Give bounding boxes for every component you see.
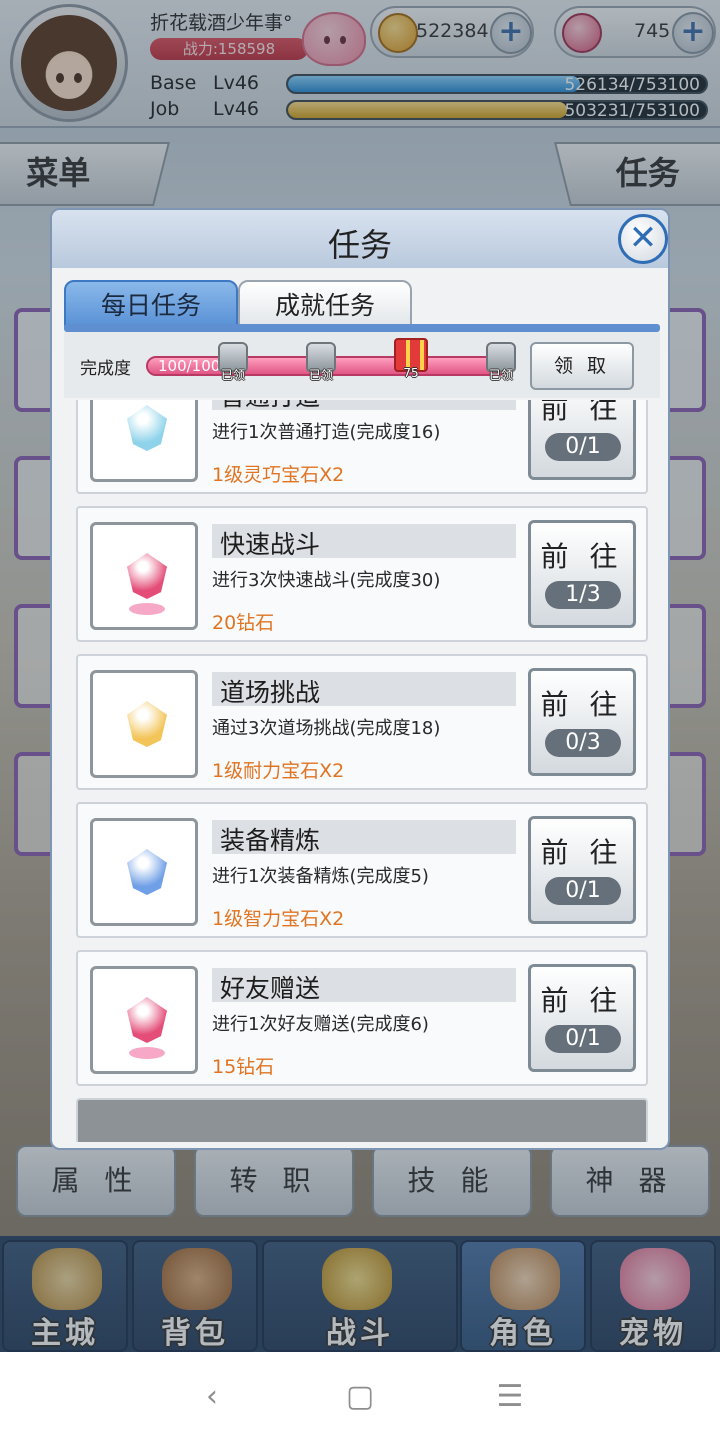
milestone-reward[interactable]: 已领 [482, 342, 520, 384]
task-count: 0/1 [545, 433, 621, 461]
blue-gem-icon [127, 405, 167, 451]
task-card: 道场挑战 通过3次道场挑战(完成度18) 1级耐力宝石X2 前 往 0/3 [76, 654, 648, 790]
diamond-icon [127, 997, 167, 1043]
reward-icon-box [90, 818, 198, 926]
go-button[interactable]: 前 往 0/1 [528, 400, 636, 480]
back-button[interactable]: ‹ [192, 1378, 232, 1418]
go-button[interactable]: 前 往 1/3 [528, 520, 636, 628]
go-label: 前 往 [540, 540, 624, 573]
tab-daily-quests[interactable]: 每日任务 [64, 280, 238, 328]
go-label: 前 往 [540, 836, 624, 869]
close-button[interactable]: ✕ [618, 214, 668, 264]
quest-dialog: 任务 ✕ 每日任务 成就任务 完成度 100/100 已领 已领 75 已领 领… [50, 208, 670, 1150]
task-card: 装备精炼 进行1次装备精炼(完成度5) 1级智力宝石X2 前 往 0/1 [76, 802, 648, 938]
blue-gem-icon [127, 849, 167, 895]
tab-underline [64, 324, 660, 332]
task-list[interactable]: 普通打造 进行1次普通打造(完成度16) 1级灵巧宝石X2 前 往 0/1 快速… [76, 400, 648, 1142]
task-title: 装备精炼 [220, 826, 321, 855]
task-count: 1/3 [545, 581, 621, 609]
system-nav-bar: ‹ ▢ ☰ [0, 1352, 720, 1439]
task-card: 普通打造 进行1次普通打造(完成度16) 1级灵巧宝石X2 前 往 0/1 [76, 400, 648, 494]
go-label: 前 往 [540, 400, 624, 425]
reward-icon-box [90, 522, 198, 630]
gem-shadow [129, 603, 165, 615]
task-card: 快速战斗 进行3次快速战斗(完成度30) 20钻石 前 往 1/3 [76, 506, 648, 642]
milestone-reward[interactable]: 已领 [302, 342, 340, 384]
task-reward: 20钻石 [212, 612, 275, 634]
task-card: 好友赠送 进行1次好友赠送(完成度6) 15钻石 前 往 0/1 [76, 950, 648, 1086]
completion-text: 100/100 [158, 357, 221, 375]
milestone-reward[interactable]: 已领 [214, 342, 252, 384]
reward-icon-box [90, 670, 198, 778]
go-button[interactable]: 前 往 0/3 [528, 668, 636, 776]
go-button[interactable]: 前 往 0/1 [528, 816, 636, 924]
completion-progress: 完成度 100/100 已领 已领 75 已领 领 取 [64, 332, 660, 398]
gem-shadow [129, 1047, 165, 1059]
task-description: 进行1次装备精炼(完成度5) [212, 866, 429, 887]
go-label: 前 往 [540, 984, 624, 1017]
task-count: 0/1 [545, 877, 621, 905]
task-title: 快速战斗 [220, 530, 321, 559]
claim-button[interactable]: 领 取 [530, 342, 634, 390]
diamond-icon [127, 553, 167, 599]
task-count: 0/3 [545, 729, 621, 757]
recent-apps-button[interactable]: ☰ [490, 1378, 530, 1418]
home-button[interactable]: ▢ [340, 1378, 380, 1418]
task-description: 进行3次快速战斗(完成度30) [212, 570, 441, 591]
task-card-partial [76, 1098, 648, 1142]
task-title: 道场挑战 [220, 678, 321, 707]
task-description: 进行1次好友赠送(完成度6) [212, 1014, 429, 1035]
reward-icon-box [90, 966, 198, 1074]
task-reward: 1级智力宝石X2 [212, 908, 345, 930]
task-description: 通过3次道场挑战(完成度18) [212, 718, 441, 739]
yellow-gem-icon [127, 701, 167, 747]
milestone-tag: 75 [403, 366, 419, 380]
task-title: 普通打造 [220, 400, 320, 413]
game-screen: 折花载酒少年事° 战力:158598 522384 + 745 + Base L… [0, 0, 720, 1352]
dialog-header: 任务 ✕ [52, 210, 668, 268]
go-button[interactable]: 前 往 0/1 [528, 964, 636, 1072]
dialog-title: 任务 [327, 226, 392, 264]
milestone-reward[interactable]: 75 [392, 338, 430, 384]
completion-label: 完成度 [80, 359, 131, 379]
go-label: 前 往 [540, 688, 624, 721]
task-reward: 1级耐力宝石X2 [212, 760, 345, 782]
task-description: 进行1次普通打造(完成度16) [212, 422, 441, 443]
close-icon: ✕ [628, 218, 658, 258]
milestone-tag: 已领 [488, 368, 513, 382]
milestone-tag: 已领 [308, 368, 333, 382]
task-count: 0/1 [545, 1025, 621, 1053]
tab-achievement-quests[interactable]: 成就任务 [238, 280, 412, 328]
task-reward: 15钻石 [212, 1056, 275, 1078]
task-reward: 1级灵巧宝石X2 [212, 464, 345, 486]
reward-icon-box [90, 400, 198, 482]
milestone-tag: 已领 [220, 368, 245, 382]
task-title: 好友赠送 [220, 974, 321, 1003]
